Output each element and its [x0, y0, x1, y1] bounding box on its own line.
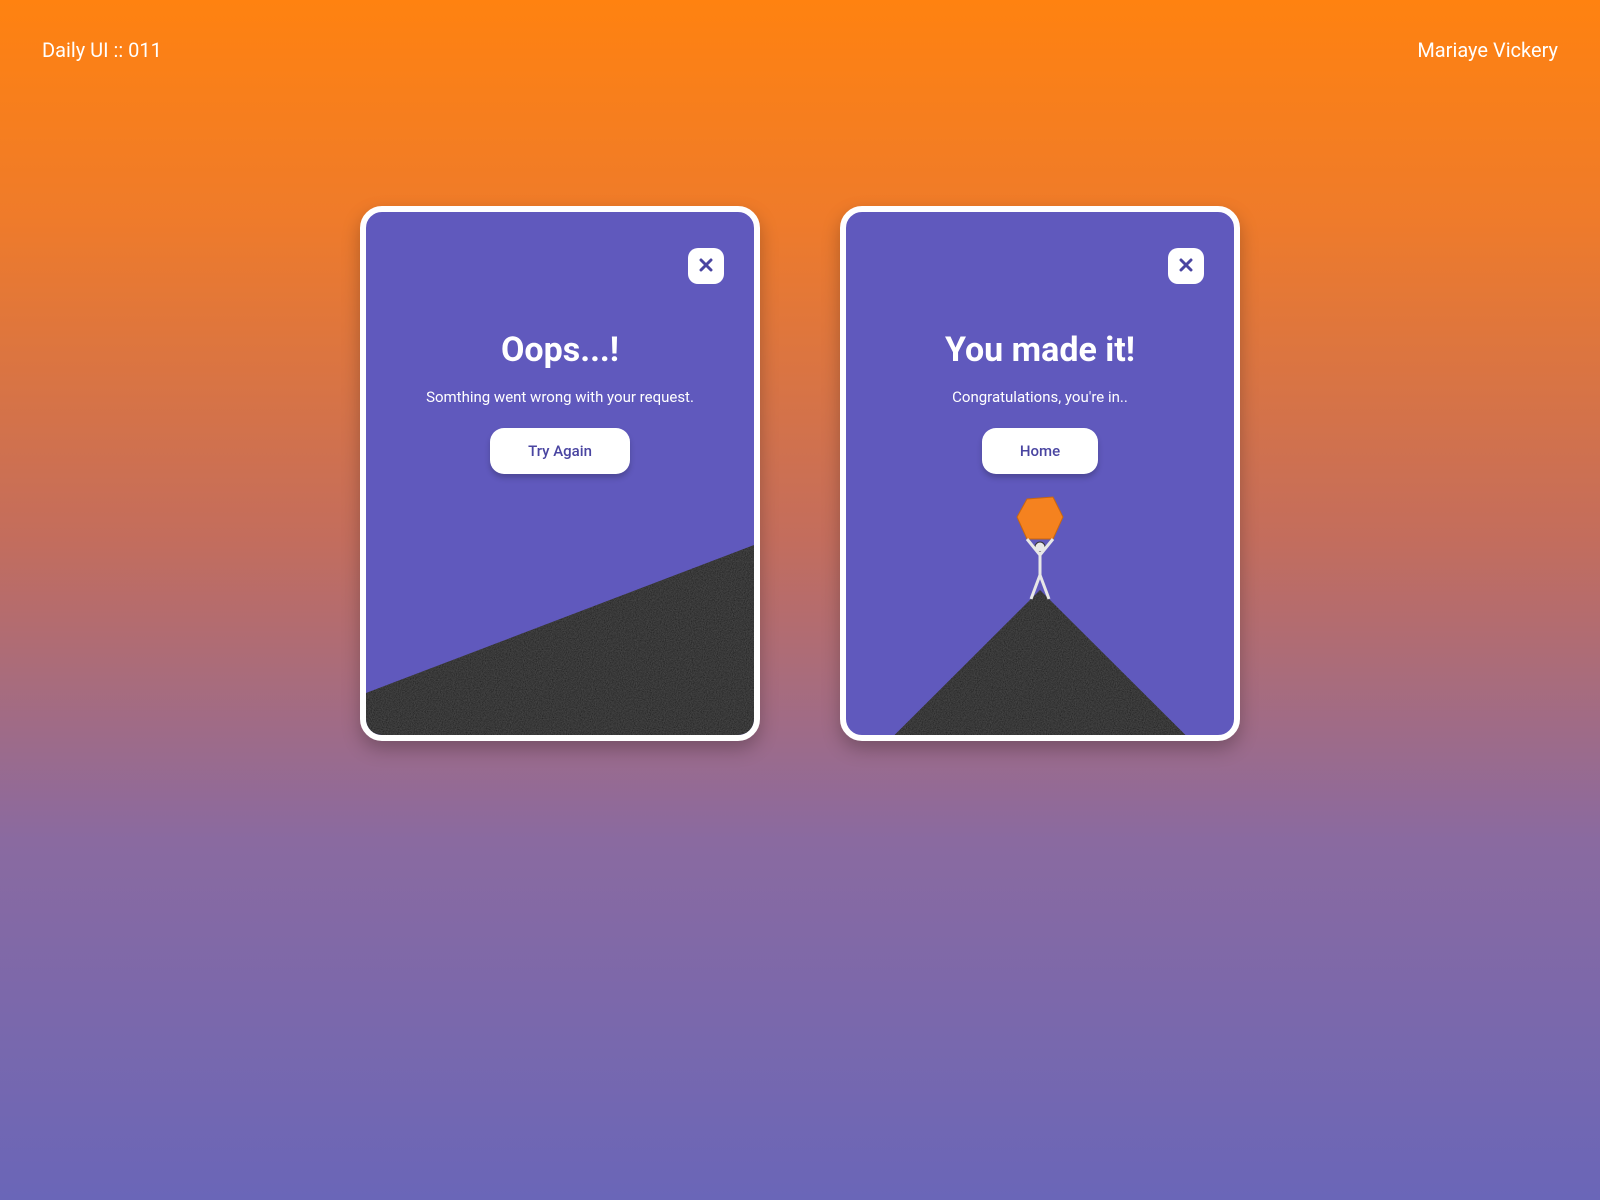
close-icon	[699, 257, 713, 276]
home-label: Home	[1020, 442, 1060, 460]
error-close-button[interactable]	[688, 248, 724, 284]
close-icon	[1179, 257, 1193, 276]
success-close-button[interactable]	[1168, 248, 1204, 284]
error-subtitle: Somthing went wrong with your request.	[366, 388, 754, 406]
home-button[interactable]: Home	[982, 428, 1098, 474]
success-subtitle: Congratulations, you're in..	[846, 388, 1234, 406]
success-title: You made it!	[846, 330, 1234, 370]
error-card: Oops...! Somthing went wrong with your r…	[360, 206, 760, 741]
success-card: You made it! Congratulations, you're in.…	[840, 206, 1240, 741]
cards-container: Oops...! Somthing went wrong with your r…	[0, 206, 1600, 741]
try-again-button[interactable]: Try Again	[490, 428, 630, 474]
page-header: Daily UI :: 011 Mariaye Vickery	[0, 38, 1600, 62]
error-title: Oops...!	[366, 330, 754, 370]
header-right-label: Mariaye Vickery	[1417, 38, 1558, 62]
person-with-orange-shape-illustration	[1005, 495, 1075, 605]
try-again-label: Try Again	[528, 442, 592, 460]
header-left-label: Daily UI :: 011	[42, 38, 162, 62]
slope-illustration	[366, 475, 754, 735]
